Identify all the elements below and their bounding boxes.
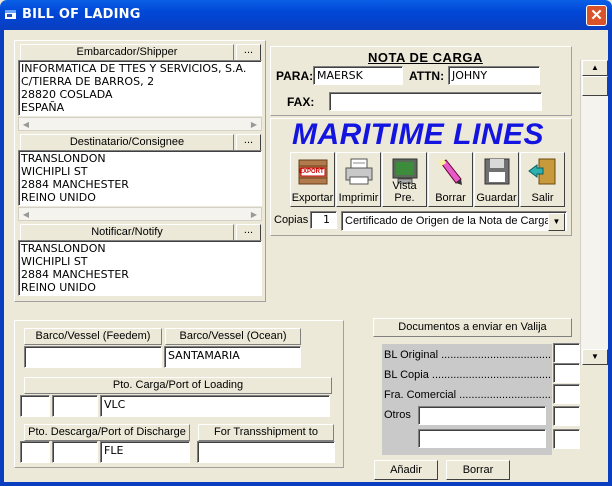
bl-original-qty-field[interactable] bbox=[553, 343, 580, 363]
shipper-lookup-button[interactable]: ... bbox=[236, 44, 261, 61]
fra-comercial-qty-field[interactable] bbox=[553, 384, 580, 404]
port-of-discharge-field[interactable]: FLE bbox=[100, 441, 190, 463]
brand-banner: MARITIME LINES bbox=[292, 118, 544, 151]
feeder-vessel-field[interactable] bbox=[24, 346, 162, 368]
attn-label: ATTN: bbox=[409, 69, 445, 83]
transshipment-label: For Transshipment to bbox=[198, 424, 334, 441]
doc-row-fra-comercial: Fra. Comercial .........................… bbox=[384, 389, 552, 401]
vertical-scrollbar[interactable] bbox=[580, 60, 608, 365]
para-field[interactable]: MAERSK bbox=[313, 66, 403, 85]
exit-label: Salir bbox=[531, 192, 554, 204]
shipper-label: Embarcador/Shipper bbox=[20, 44, 234, 61]
port-of-loading-field[interactable]: VLC bbox=[100, 395, 330, 417]
print-button[interactable]: Imprimir bbox=[336, 152, 381, 207]
doc-row-bl-original: BL Original ............................… bbox=[384, 349, 552, 361]
fax-label: FAX: bbox=[287, 95, 315, 109]
document-select-value: Certificado de Origen de la Nota de Carg… bbox=[345, 215, 551, 227]
docs-title: Documentos a enviar en Valija bbox=[373, 318, 572, 337]
consignee-hscrollbar[interactable]: ◀ ▶ bbox=[18, 207, 262, 221]
chevron-down-icon: ▼ bbox=[552, 217, 561, 226]
print-label: Imprimir bbox=[338, 192, 379, 204]
consignee-text: TRANSLONDON WICHIPLI ST 2884 MANCHESTER … bbox=[21, 152, 129, 204]
scroll-left-icon[interactable]: ◀ bbox=[19, 208, 33, 221]
scroll-down-button[interactable]: ▼ bbox=[582, 349, 608, 365]
delete-label: Borrar bbox=[435, 192, 466, 204]
transshipment-field[interactable] bbox=[197, 441, 335, 463]
notify-text: TRANSLONDON WICHIPLI ST 2884 MANCHESTER … bbox=[21, 242, 129, 294]
exit-button[interactable]: Salir bbox=[520, 152, 565, 207]
document-select[interactable]: Certificado de Origen de la Nota de Carg… bbox=[341, 211, 567, 231]
bl-copia-qty-field[interactable] bbox=[553, 363, 580, 383]
scroll-thumb[interactable] bbox=[582, 76, 608, 96]
dropdown-button[interactable]: ▼ bbox=[548, 213, 565, 231]
floppy-disk-icon bbox=[484, 158, 509, 185]
pod-code-field-2[interactable] bbox=[52, 441, 98, 463]
shipper-text: INFORMATICA DE TTES Y SERVICIOS, S.A. C/… bbox=[21, 62, 247, 114]
ocean-vessel-label: Barco/Vessel (Ocean) bbox=[165, 328, 301, 345]
window-title: BILL OF LADING bbox=[22, 7, 141, 22]
para-label: PARA: bbox=[276, 69, 314, 83]
ocean-vessel-field[interactable]: SANTAMARIA bbox=[164, 346, 301, 368]
window-frame-bottom bbox=[0, 482, 612, 486]
close-button[interactable]: ✕ bbox=[586, 5, 607, 26]
window-frame-right bbox=[608, 30, 612, 486]
copies-label: Copias bbox=[274, 214, 309, 226]
pol-code-field-2[interactable] bbox=[52, 395, 98, 417]
otros-field-2[interactable] bbox=[418, 429, 546, 448]
scroll-left-icon[interactable]: ◀ bbox=[19, 118, 33, 131]
add-button[interactable]: Añadir bbox=[374, 460, 438, 480]
window-frame-left bbox=[0, 30, 4, 486]
app-icon[interactable] bbox=[5, 9, 17, 20]
save-label: Guardar bbox=[476, 192, 517, 204]
otros-field-1[interactable] bbox=[418, 406, 546, 425]
fax-field[interactable] bbox=[329, 92, 542, 111]
delete-doc-button[interactable]: Borrar bbox=[446, 460, 510, 480]
shipper-textarea[interactable]: INFORMATICA DE TTES Y SERVICIOS, S.A. C/… bbox=[18, 60, 262, 116]
scroll-down-icon: ▼ bbox=[591, 352, 599, 361]
pod-code-field-1[interactable] bbox=[20, 441, 50, 463]
export-button[interactable]: EXPORT Exportar bbox=[290, 152, 335, 207]
scroll-right-icon[interactable]: ▶ bbox=[247, 208, 261, 221]
pol-code-field-1[interactable] bbox=[20, 395, 50, 417]
scroll-right-icon[interactable]: ▶ bbox=[247, 118, 261, 131]
save-button[interactable]: Guardar bbox=[474, 152, 519, 207]
port-of-loading-label: Pto. Carga/Port of Loading bbox=[24, 377, 332, 394]
otros-qty-field-1[interactable] bbox=[553, 406, 580, 426]
consignee-textarea[interactable]: TRANSLONDON WICHIPLI ST 2884 MANCHESTER … bbox=[18, 150, 262, 206]
scroll-up-button[interactable]: ▲ bbox=[582, 60, 608, 76]
consignee-lookup-button[interactable]: ... bbox=[236, 134, 261, 151]
notify-label: Notificar/Notify bbox=[20, 224, 234, 241]
preview-label: Vista Pre. bbox=[392, 180, 417, 204]
doc-row-bl-copia: BL Copia ...............................… bbox=[384, 369, 552, 381]
printer-icon bbox=[345, 158, 372, 185]
close-icon: ✕ bbox=[590, 7, 603, 24]
shipper-hscrollbar[interactable]: ◀ ▶ bbox=[18, 117, 262, 131]
nota-title: NOTA DE CARGA bbox=[368, 50, 483, 65]
feeder-vessel-label: Barco/Vessel (Feedem) bbox=[24, 328, 162, 345]
attn-field[interactable]: JOHNY bbox=[448, 66, 540, 85]
notify-lookup-button[interactable]: ... bbox=[236, 224, 261, 241]
consignee-label: Destinatario/Consignee bbox=[20, 134, 234, 151]
export-badge: EXPORT bbox=[299, 169, 324, 175]
copies-field[interactable]: 1 bbox=[310, 211, 337, 229]
exit-door-icon bbox=[527, 158, 555, 185]
otros-label: Otros bbox=[384, 409, 411, 421]
scroll-up-icon: ▲ bbox=[591, 63, 599, 72]
otros-qty-field-2[interactable] bbox=[553, 429, 580, 449]
pencil-eraser-icon bbox=[437, 158, 462, 185]
notify-textarea[interactable]: TRANSLONDON WICHIPLI ST 2884 MANCHESTER … bbox=[18, 240, 262, 296]
preview-button[interactable]: Vista Pre. bbox=[382, 152, 427, 207]
delete-button[interactable]: Borrar bbox=[428, 152, 473, 207]
export-label: Exportar bbox=[291, 192, 334, 204]
port-of-discharge-label: Pto. Descarga/Port of Discharge bbox=[24, 424, 190, 441]
